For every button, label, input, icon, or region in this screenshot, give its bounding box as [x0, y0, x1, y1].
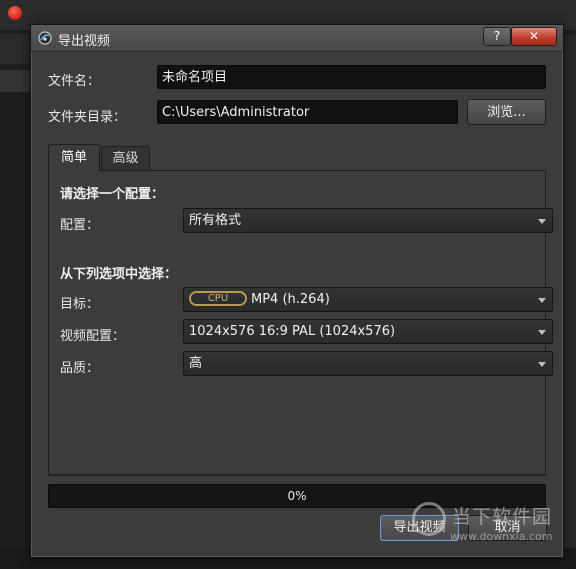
panel-divider — [49, 474, 545, 475]
close-button[interactable]: ✕ — [511, 27, 557, 46]
chevron-down-icon — [538, 362, 546, 367]
video-profile-select[interactable]: 1024x576 16:9 PAL (1024x576) — [183, 319, 553, 344]
profile-section-title: 请选择一个配置： — [60, 187, 165, 202]
help-button[interactable]: ? — [483, 27, 511, 46]
host-panel — [562, 34, 576, 554]
simple-tab-panel: 请选择一个配置： 配置： 所有格式 从下列选项中选择： 目标： CPU MP4 (… — [48, 170, 553, 476]
chevron-down-icon — [538, 298, 546, 303]
dialog-titlebar[interactable]: 导出视频 ? ✕ — [31, 25, 563, 52]
quality-label: 品质： — [60, 361, 100, 376]
cpu-badge: CPU — [189, 291, 247, 306]
host-close-icon[interactable] — [8, 6, 22, 20]
folder-input[interactable]: C:\Users\Administrator — [157, 100, 458, 124]
chevron-down-icon — [538, 219, 546, 224]
profile-label: 配置： — [60, 218, 100, 233]
video-profile-select-value: 1024x576 16:9 PAL (1024x576) — [189, 324, 396, 339]
filename-input[interactable]: 未命名项目 — [157, 65, 546, 89]
filename-label: 文件名： — [48, 74, 101, 89]
target-select[interactable]: CPU MP4 (h.264) — [183, 287, 553, 312]
host-panel — [0, 34, 32, 64]
export-video-dialog: 导出视频 ? ✕ 文件名： 未命名项目 文件夹目录： C:\Users\Admi… — [30, 24, 564, 558]
browse-button[interactable]: 浏览... — [467, 99, 546, 125]
dialog-title: 导出视频 — [58, 34, 111, 49]
options-section-title: 从下列选项中选择： — [60, 267, 178, 282]
video-profile-label: 视频配置： — [60, 329, 126, 344]
profile-select[interactable]: 所有格式 — [183, 208, 553, 233]
cancel-button[interactable]: 取消 — [468, 515, 547, 541]
target-select-value: MP4 (h.264) — [251, 292, 330, 307]
tab-simple[interactable]: 简单 — [48, 144, 100, 171]
quality-select-value: 高 — [189, 356, 203, 371]
target-label: 目标： — [60, 297, 100, 312]
folder-label: 文件夹目录： — [48, 110, 127, 125]
export-progress-bar: 0% — [48, 484, 546, 508]
host-panel — [0, 70, 32, 92]
export-video-button[interactable]: 导出视频 — [380, 515, 459, 541]
profile-select-value: 所有格式 — [189, 213, 242, 228]
quality-select[interactable]: 高 — [183, 351, 553, 376]
app-icon — [38, 31, 52, 45]
tab-advanced[interactable]: 高级 — [101, 146, 150, 170]
chevron-down-icon — [538, 330, 546, 335]
progress-text: 0% — [287, 489, 307, 503]
